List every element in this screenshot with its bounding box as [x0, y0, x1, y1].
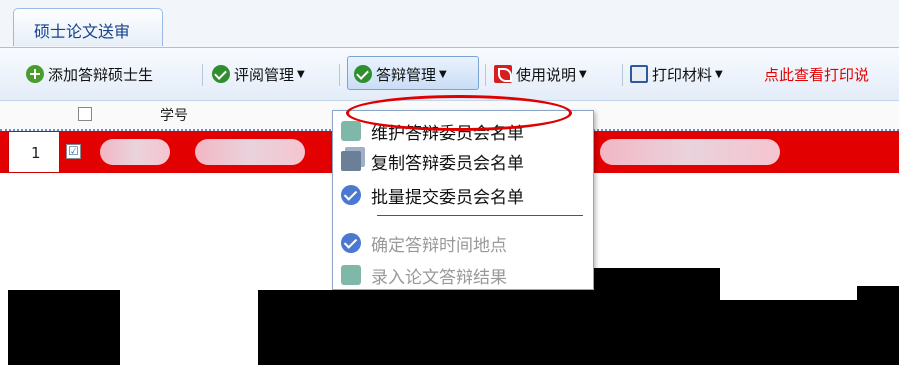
defense-management-button[interactable]: 答辩管理 ▼	[354, 60, 447, 88]
redaction-block	[8, 290, 120, 365]
printer-icon	[630, 65, 648, 83]
tab-thesis-review[interactable]: 硕士论文送审	[13, 8, 163, 46]
redacted-cell	[195, 139, 305, 165]
toolbar-separator	[202, 64, 203, 86]
row-number-cell: 1	[8, 131, 60, 173]
menu-item-confirm-time-place[interactable]: 确定答辩时间地点	[341, 227, 591, 259]
user-manual-label: 使用说明	[516, 65, 577, 84]
toolbar-separator	[485, 64, 486, 86]
redaction-block	[258, 290, 462, 365]
redacted-cell	[100, 139, 170, 165]
check-circle-icon	[354, 65, 372, 83]
menu-item-label: 复制答辩委员会名单	[371, 153, 524, 174]
print-instructions-link[interactable]: 点此查看打印说	[764, 60, 869, 88]
annotation-ellipse	[346, 95, 572, 131]
redaction-block	[857, 286, 899, 365]
toolbar-separator	[622, 64, 623, 86]
redacted-cell	[600, 139, 780, 165]
print-instructions-label: 点此查看打印说	[764, 65, 870, 84]
print-materials-label: 打印材料	[652, 65, 713, 84]
row-number: 1	[31, 144, 41, 162]
menu-item-batch-submit-committee[interactable]: 批量提交委员会名单	[341, 179, 591, 211]
chevron-down-icon: ▼	[297, 68, 305, 80]
menu-item-enter-defense-result[interactable]: 录入论文答辩结果	[341, 259, 591, 291]
edit-icon	[341, 265, 361, 285]
chevron-down-icon: ▼	[715, 68, 723, 80]
add-defense-student-label: 添加答辩硕士生	[48, 65, 154, 84]
row-checkbox[interactable]: ☑	[66, 144, 81, 159]
column-header-student-no[interactable]: 学号	[160, 105, 188, 125]
user-manual-button[interactable]: 使用说明 ▼	[494, 60, 587, 88]
check-circle-icon	[212, 65, 230, 83]
copy-icon	[341, 151, 361, 171]
menu-item-copy-committee[interactable]: 复制答辩委员会名单	[341, 145, 591, 177]
check-circle-icon	[341, 185, 361, 205]
edit-icon	[341, 121, 361, 141]
print-materials-button[interactable]: 打印材料 ▼	[630, 60, 723, 88]
toolbar-separator	[339, 64, 340, 86]
menu-separator	[377, 215, 583, 216]
menu-item-label: 确定答辩时间地点	[371, 235, 507, 256]
review-management-label: 评阅管理	[234, 65, 295, 84]
redaction-block	[462, 300, 857, 365]
menu-item-label: 录入论文答辩结果	[371, 267, 507, 288]
check-circle-icon	[341, 233, 361, 253]
add-defense-student-button[interactable]: 添加答辩硕士生	[26, 60, 153, 88]
select-all-checkbox[interactable]	[78, 107, 92, 121]
tab-strip: 硕士论文送审	[0, 0, 899, 48]
add-icon	[26, 65, 44, 83]
defense-management-label: 答辩管理	[376, 65, 437, 84]
chevron-down-icon: ▼	[439, 68, 447, 80]
menu-item-label: 批量提交委员会名单	[371, 187, 524, 208]
toolbar: 添加答辩硕士生 评阅管理 ▼ 答辩管理 ▼ 使用说明 ▼ 打印材料 ▼ 点此查看…	[0, 48, 899, 101]
chevron-down-icon: ▼	[579, 68, 587, 80]
pdf-icon	[494, 65, 512, 83]
review-management-button[interactable]: 评阅管理 ▼	[212, 60, 305, 88]
defense-management-menu: 维护答辩委员会名单 复制答辩委员会名单 批量提交委员会名单 确定答辩时间地点 录…	[332, 110, 594, 290]
tab-label: 硕士论文送审	[34, 22, 131, 41]
